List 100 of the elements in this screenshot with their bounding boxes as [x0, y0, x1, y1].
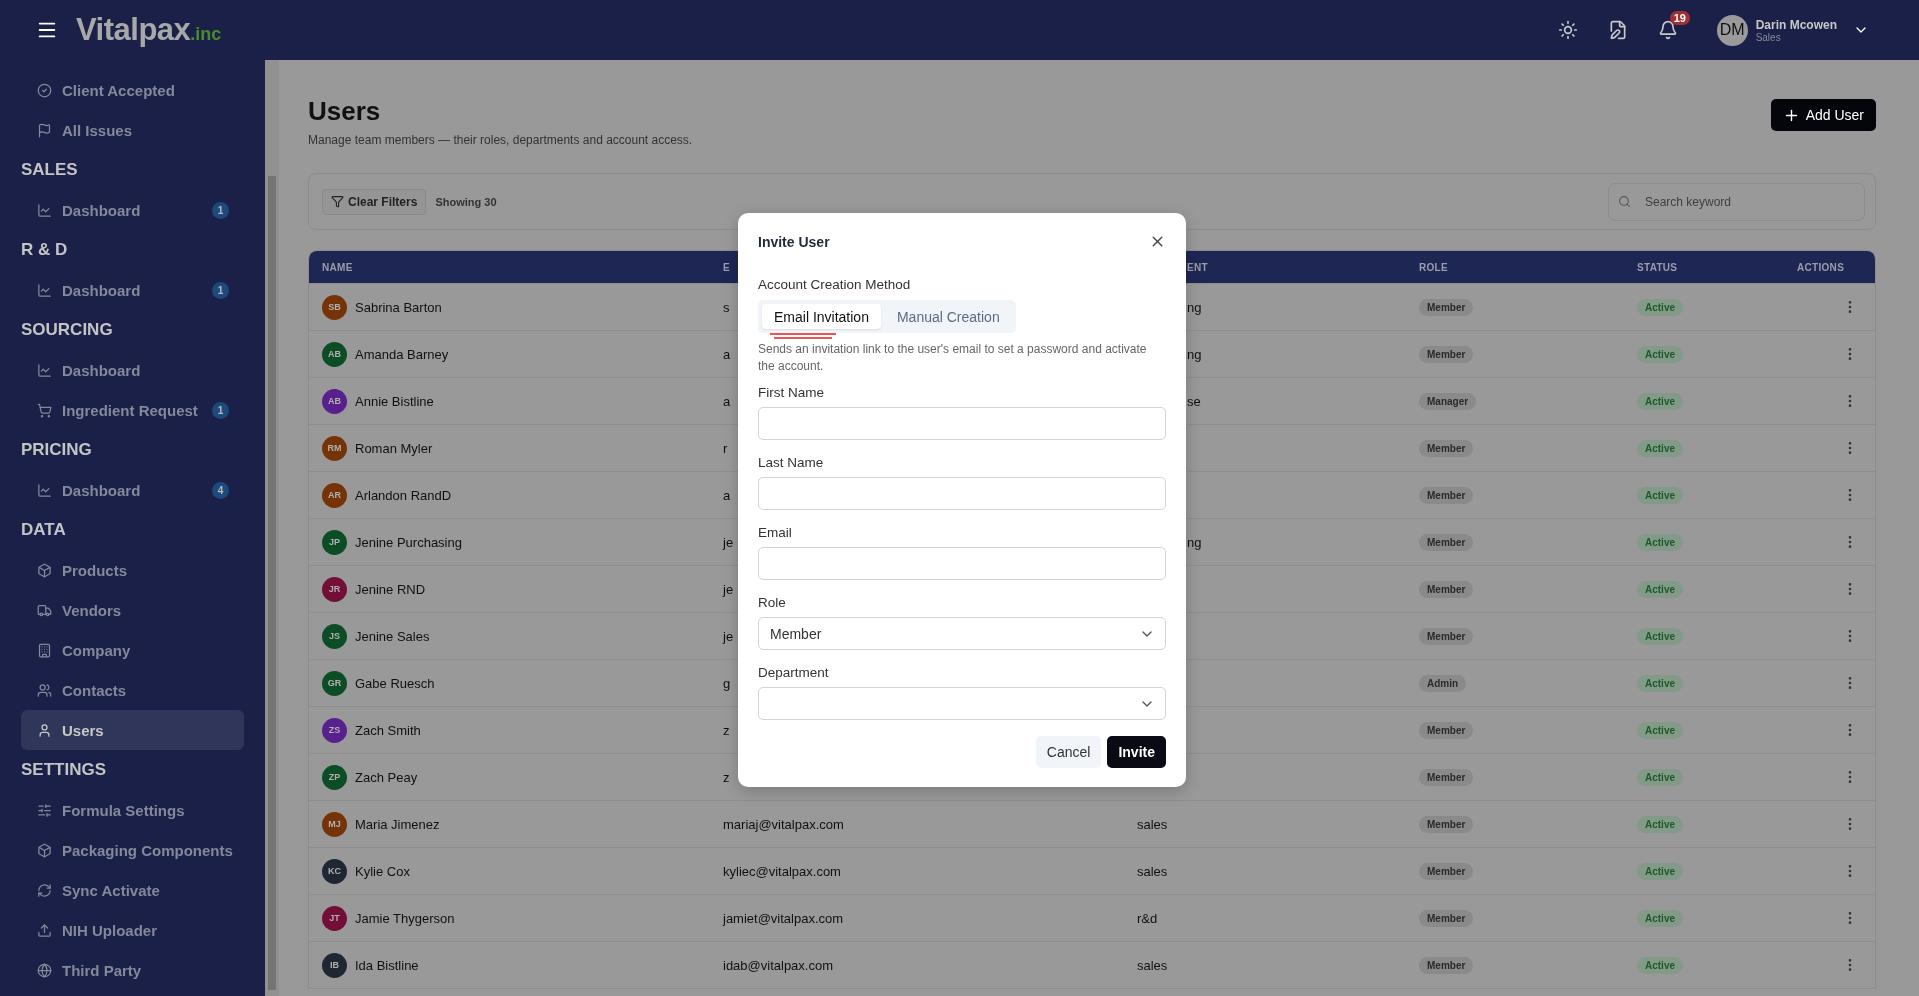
chart-icon: [37, 362, 52, 378]
user-avatar: IB: [322, 952, 347, 978]
role-badge: Member: [1419, 486, 1474, 504]
sidebar-item[interactable]: Packaging Components: [21, 830, 244, 870]
sidebar-item[interactable]: Sync Activate: [21, 870, 244, 910]
sidebar-item[interactable]: Users: [21, 710, 244, 750]
sun-icon[interactable]: [1557, 20, 1578, 40]
help-text: Sends an invitation link to the user's email to set a password and activate the account.: [758, 341, 1148, 375]
people-icon: [37, 682, 52, 698]
count-badge: 1: [212, 281, 229, 299]
user-avatar: JS: [322, 623, 347, 649]
truck-icon: [37, 602, 52, 618]
table-cell-text: se: [1186, 393, 1201, 409]
clear-filters-button[interactable]: Clear Filters: [322, 188, 427, 215]
status-badge: Active: [1637, 345, 1683, 363]
user-role: Sales: [1755, 31, 1782, 43]
notification-badge: 19: [1669, 11, 1690, 25]
table-cell: a: [723, 393, 731, 409]
select-field[interactable]: Member: [758, 617, 1166, 650]
table-cell: sales: [1137, 816, 1168, 832]
role-badge: Member: [1419, 627, 1474, 645]
user-name: Ida Bistline: [355, 957, 419, 973]
user-name: Maria Jimenez: [355, 816, 440, 832]
upload-icon: [37, 922, 52, 938]
chart-icon: [37, 482, 52, 498]
globe-icon: [37, 962, 52, 978]
logo-suffix: .inc: [190, 24, 222, 44]
select-field[interactable]: [758, 687, 1166, 720]
sidebar-item[interactable]: Vendors: [21, 590, 244, 630]
role-badge: Member: [1419, 298, 1474, 316]
sidebar-item[interactable]: Client Accepted: [21, 70, 244, 110]
user-avatar: SB: [322, 294, 347, 320]
user-name: Annie Bistline: [355, 393, 434, 409]
sliders-icon: [37, 802, 52, 818]
status-badge: Active: [1637, 627, 1683, 645]
count-badge: 1: [212, 201, 229, 219]
refresh-icon: [37, 882, 52, 898]
status-badge: Active: [1637, 298, 1683, 316]
user-avatar: RM: [322, 435, 347, 461]
sidebar-item[interactable]: Dashboard 4: [21, 470, 244, 510]
status-badge: Active: [1637, 862, 1683, 880]
sidebar-item[interactable]: NIH Uploader: [21, 910, 244, 950]
user-name: Arlandon RandD: [355, 487, 452, 503]
add-user-button[interactable]: Add User: [1770, 99, 1876, 131]
status-badge: Active: [1637, 439, 1683, 457]
chart-icon: [37, 282, 52, 298]
user-name: Kylie Cox: [355, 863, 410, 879]
table-cell: je: [723, 581, 734, 597]
user-avatar: KC: [322, 858, 347, 884]
table-cell: a: [723, 487, 731, 503]
filter-icon: [331, 195, 344, 208]
field-label: Account Creation Method: [758, 276, 912, 293]
table-cell: g: [723, 675, 731, 691]
sidebar-item[interactable]: Contacts: [21, 670, 244, 710]
sidebar-item[interactable]: Products: [21, 550, 244, 590]
user-avatar: GR: [322, 670, 347, 696]
column-header: NAME: [322, 261, 354, 273]
page-title: Users: [308, 96, 382, 127]
building-icon: [37, 642, 52, 658]
user-avatar: AR: [322, 482, 347, 508]
sidebar-item[interactable]: Ingredient Request 1: [21, 390, 244, 430]
input-field[interactable]: [758, 477, 1166, 510]
table-cell: idab@vitalpax.com: [723, 957, 834, 973]
user-name: Jamie Thygerson: [355, 910, 455, 926]
status-badge: Active: [1637, 768, 1683, 786]
role-badge: Member: [1419, 768, 1474, 786]
section-title: SALES: [21, 159, 79, 181]
cancel-button[interactable]: Cancel: [1035, 736, 1102, 768]
invite-button[interactable]: Invite: [1107, 736, 1166, 768]
role-badge: Member: [1419, 956, 1474, 974]
user-name: Jenine Sales: [355, 628, 430, 644]
bell-icon[interactable]: [1657, 20, 1678, 40]
search-icon: [1618, 194, 1631, 208]
status-badge: Active: [1637, 815, 1683, 833]
table-cell: s: [723, 299, 730, 315]
field-label: Email: [758, 524, 793, 541]
sidebar-item[interactable]: Company: [21, 630, 244, 670]
table-cell: kyliec@vitalpax.com: [723, 863, 841, 879]
search-field[interactable]: Search keyword: [1608, 182, 1865, 221]
logo-text: Vitalpax: [76, 12, 191, 48]
scrollbar[interactable]: [265, 60, 279, 996]
table-cell: z: [723, 722, 730, 738]
sidebar-item[interactable]: Dashboard: [21, 350, 244, 390]
role-badge: Member: [1419, 580, 1474, 598]
input-field[interactable]: [758, 547, 1166, 580]
user-avatar[interactable]: DM: [1716, 14, 1748, 46]
table-cell: je: [723, 628, 734, 644]
method-tab[interactable]: Manual Creation: [884, 304, 1012, 329]
sidebar-item[interactable]: Formula Settings: [21, 790, 244, 830]
sidebar-item[interactable]: Third Party: [21, 950, 244, 990]
sidebar-item[interactable]: Dashboard 1: [21, 270, 244, 310]
count-badge: 4: [212, 481, 229, 499]
method-tab[interactable]: Email Invitation: [762, 304, 881, 329]
sidebar-item[interactable]: Dashboard 1: [21, 190, 244, 230]
field-label: Last Name: [758, 454, 825, 471]
user-name: Zach Peay: [355, 769, 418, 785]
table-cell-text: ng: [1186, 299, 1202, 315]
column-header: ROLE: [1419, 261, 1449, 273]
input-field[interactable]: [758, 407, 1166, 440]
sidebar-item[interactable]: All Issues: [21, 110, 244, 150]
